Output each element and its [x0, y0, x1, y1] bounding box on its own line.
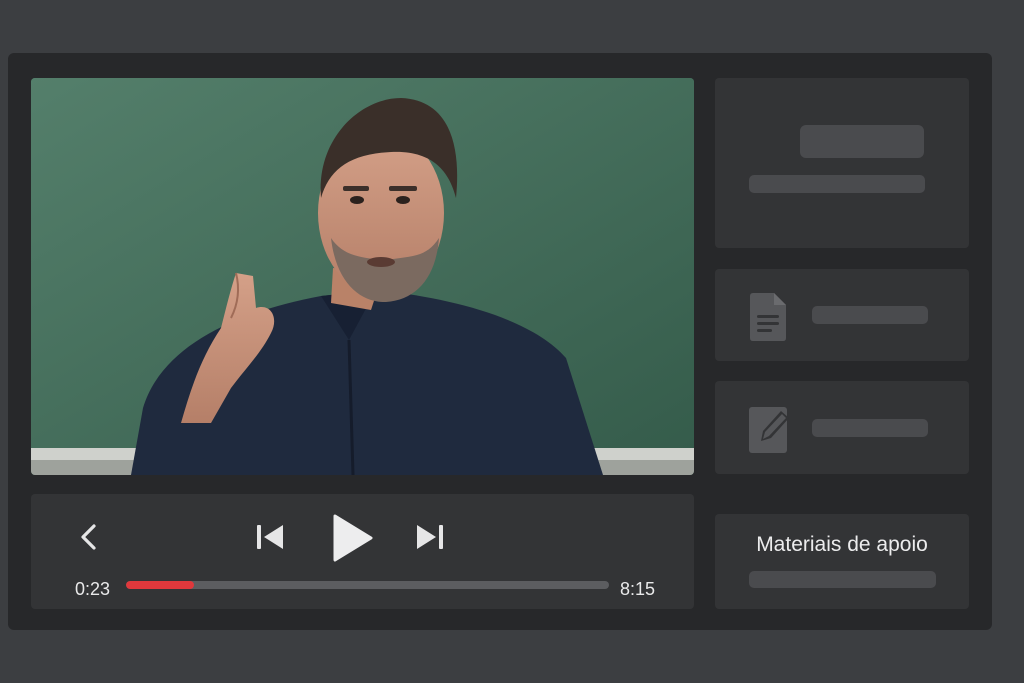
progress-bar[interactable]	[126, 581, 609, 589]
notes-card[interactable]	[715, 381, 969, 474]
chevron-left-icon	[81, 524, 96, 550]
placeholder-text-bar	[812, 306, 928, 324]
video-frame[interactable]	[31, 78, 694, 475]
play-icon	[333, 514, 373, 562]
document-icon	[750, 293, 786, 341]
placeholder-text-bar	[812, 419, 928, 437]
back-button[interactable]	[75, 520, 103, 554]
lesson-player-window: 0:23 8:15 Materiais de apoio	[8, 53, 992, 630]
previous-button[interactable]	[253, 520, 289, 554]
lecturer-video-still	[31, 78, 694, 475]
progress-fill	[126, 581, 194, 589]
support-materials-title: Materiais de apoio	[756, 533, 928, 556]
play-button[interactable]	[327, 510, 377, 566]
total-time: 8:15	[620, 579, 656, 599]
edit-icon	[749, 407, 789, 453]
placeholder-text-bar	[749, 571, 936, 588]
skip-next-icon	[417, 525, 443, 549]
lesson-info-card[interactable]	[715, 78, 969, 248]
placeholder-title-bar	[800, 125, 924, 158]
support-materials-card[interactable]: Materiais de apoio	[715, 514, 969, 609]
next-button[interactable]	[411, 520, 447, 554]
skip-previous-icon	[257, 525, 283, 549]
document-card[interactable]	[715, 269, 969, 361]
current-time: 0:23	[75, 579, 111, 599]
player-controls: 0:23 8:15	[31, 494, 694, 609]
placeholder-text-bar	[749, 175, 925, 193]
